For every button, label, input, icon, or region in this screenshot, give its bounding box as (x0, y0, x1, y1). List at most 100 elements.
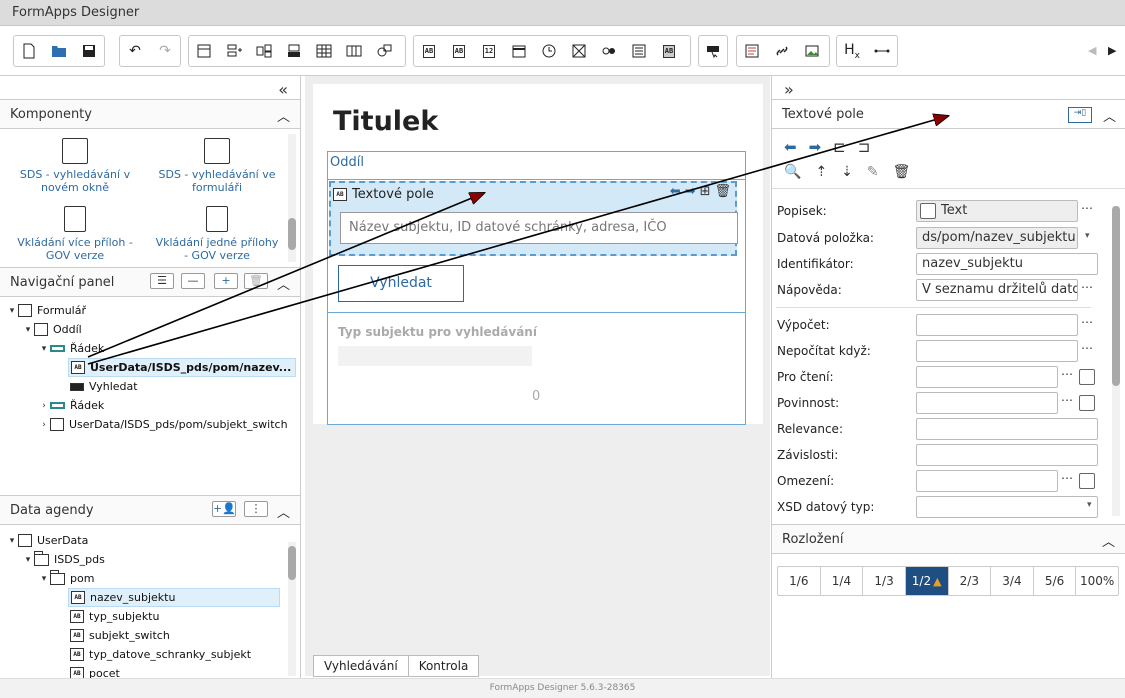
tab-kontrola[interactable]: Kontrola (409, 656, 479, 676)
tree-node[interactable]: ▾ Oddíl (22, 320, 82, 339)
constraint-field[interactable] (916, 470, 1058, 492)
tree-node[interactable]: AB subjekt_switch (70, 626, 170, 645)
align-left-icon[interactable]: ⊏ (833, 138, 846, 156)
redo-icon[interactable]: ↷ (150, 36, 180, 66)
columns-icon[interactable] (339, 36, 369, 66)
help-field[interactable]: V seznamu držitelů dato (916, 279, 1078, 301)
text-field-icon[interactable]: AB (414, 36, 444, 66)
preview-icon[interactable]: 🔍 (784, 164, 801, 180)
component-item[interactable]: SDS - vyhledávání v novém okně (10, 138, 140, 194)
static-text-icon[interactable] (737, 36, 767, 66)
switch-icon[interactable] (369, 36, 399, 66)
dock-icon[interactable]: ⇥▯ (1068, 107, 1092, 123)
width-option[interactable]: 2/3 (949, 567, 992, 595)
date-field-icon[interactable] (504, 36, 534, 66)
no-calc-field[interactable] (916, 340, 1078, 362)
tree-node-selected[interactable]: AB nazev_subjektu (68, 588, 280, 607)
readonly-field-icon[interactable]: AB (654, 36, 684, 66)
width-option[interactable]: 1/6 (778, 567, 821, 595)
constraint-checkbox[interactable] (1079, 473, 1095, 489)
identifier-field[interactable]: nazev_subjektu (916, 253, 1098, 275)
arrow-left-icon[interactable]: ⬅ (670, 184, 681, 199)
tree-node[interactable]: AB typ_subjektu (70, 607, 159, 626)
tree-node[interactable]: › Řádek (38, 396, 104, 415)
move-down-icon[interactable]: ⇣ (841, 164, 853, 180)
komponenty-scrollbar[interactable] (288, 134, 296, 262)
component-item[interactable]: Vkládání jedné přílohy - GOV verze (152, 206, 282, 262)
tree-node[interactable]: › UserData/ISDS_pds/pom/subjekt_switch (38, 415, 288, 434)
align-icon[interactable]: ☰ (150, 273, 174, 289)
width-option[interactable]: 5/6 (1034, 567, 1077, 595)
search-button[interactable]: Vyhledat (338, 265, 464, 302)
tree-node[interactable]: ▾ Formulář (6, 301, 86, 320)
subform-icon[interactable] (249, 36, 279, 66)
link-icon[interactable] (767, 36, 797, 66)
trash-icon[interactable]: 🗑 (714, 184, 731, 199)
tree-node[interactable]: ▾ Řádek (38, 339, 105, 358)
more-icon[interactable]: ⋯ (1077, 341, 1097, 361)
popisek-field[interactable]: Text (916, 200, 1078, 222)
data-item-select[interactable]: ds/pom/nazev_subjektu (916, 227, 1078, 249)
width-option[interactable]: 1/3 (863, 567, 906, 595)
tree-node-selected[interactable]: AB UserData/ISDS_pds/pom/nazev... (68, 358, 296, 377)
toggle-icon[interactable]: › (38, 401, 50, 411)
width-option[interactable]: 1/4 (821, 567, 864, 595)
arrow-right-icon[interactable]: ➡ (809, 138, 822, 156)
component-item[interactable]: Vkládání více příloh - GOV verze (10, 206, 140, 262)
arrow-right-icon[interactable]: ➡ (685, 184, 696, 199)
collapse-left-icon[interactable]: « (278, 80, 288, 99)
more-icon[interactable]: ⋯ (1077, 201, 1097, 221)
required-field[interactable] (916, 392, 1058, 414)
dependencies-field[interactable] (916, 444, 1098, 466)
image-icon[interactable] (797, 36, 827, 66)
dropdown-icon[interactable]: ▾ (1087, 500, 1092, 510)
arrow-left-icon[interactable]: ⬅ (784, 138, 797, 156)
checkbox-field-icon[interactable] (564, 36, 594, 66)
calculation-field[interactable] (916, 314, 1078, 336)
undo-icon[interactable]: ↶ (120, 36, 150, 66)
save-icon[interactable] (74, 36, 104, 66)
toggle-icon[interactable]: ▾ (22, 555, 34, 565)
more-icon[interactable]: ⋮ (244, 501, 268, 517)
more-icon[interactable]: ⋯ (1077, 315, 1097, 335)
nav-panel-header[interactable]: Navigační panel ☰ — + 🗑 ︿ (0, 267, 300, 297)
tree-node[interactable]: Vyhledat (70, 377, 138, 396)
select-field-icon[interactable] (624, 36, 654, 66)
add-row-icon[interactable] (219, 36, 249, 66)
separator-icon[interactable] (867, 36, 897, 66)
more-icon[interactable]: ⋯ (1057, 367, 1077, 387)
chevron-up-icon[interactable]: ︿ (1102, 531, 1115, 550)
form-title[interactable]: Titulek (333, 106, 438, 137)
heading-icon[interactable]: Hx (837, 36, 867, 66)
component-item[interactable]: SDS - vyhledávání ve formuláři (152, 138, 282, 194)
open-folder-icon[interactable] (44, 36, 74, 66)
move-up-icon[interactable]: ⇡ (815, 164, 827, 180)
relevance-field[interactable] (916, 418, 1098, 440)
readonly-checkbox[interactable] (1079, 369, 1095, 385)
expand-right-icon[interactable]: » (784, 80, 794, 99)
readonly-field[interactable] (916, 366, 1058, 388)
delete-icon[interactable]: 🗑 (244, 273, 268, 289)
selected-text-field[interactable]: AB Textové pole ⬅ ➡ ⊞ 🗑 Název subjektu, … (329, 181, 738, 256)
layout-header[interactable]: Rozložení ︿ (772, 524, 1125, 554)
chevron-up-icon[interactable]: ︿ (1103, 106, 1116, 125)
more-icon[interactable]: ⋯ (1057, 471, 1077, 491)
chevron-up-icon[interactable]: ︿ (277, 502, 290, 521)
radio-field-icon[interactable] (594, 36, 624, 66)
toggle-icon[interactable]: › (38, 420, 50, 430)
xsd-type-select[interactable] (916, 496, 1098, 518)
section-icon[interactable] (189, 36, 219, 66)
add-icon[interactable]: + (214, 273, 238, 289)
properties-scrollbar[interactable] (1112, 206, 1120, 516)
width-option-selected[interactable]: 1/2 ▲ (905, 567, 949, 595)
button-component-icon[interactable] (699, 36, 727, 66)
number-field-icon[interactable]: 12 (474, 36, 504, 66)
tree-node[interactable]: AB typ_datove_schranky_subjekt (70, 645, 251, 664)
data-agenda-header[interactable]: Data agendy +👤 ⋮ ︿ (0, 495, 300, 525)
scroll-thumb[interactable] (288, 218, 296, 250)
align-right-icon[interactable]: ⊐ (858, 138, 871, 156)
toolbar-next-icon[interactable]: ▶ (1108, 44, 1116, 57)
tree-node[interactable]: ▾ ISDS_pds (22, 550, 105, 569)
toggle-icon[interactable]: ▾ (6, 536, 18, 546)
data-scrollbar[interactable] (288, 542, 296, 676)
